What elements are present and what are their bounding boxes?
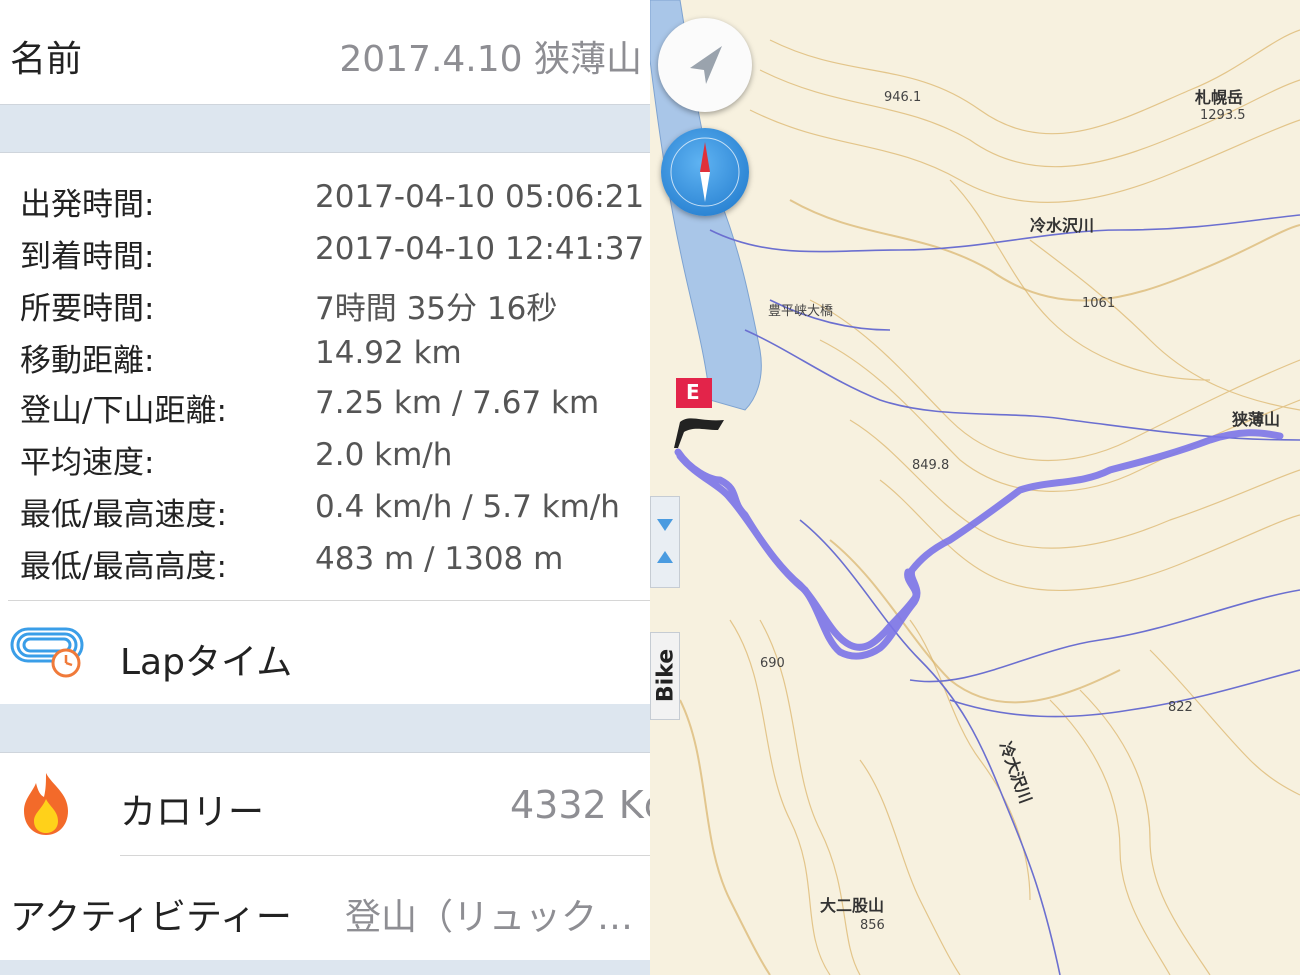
stat-label: 登山/下山距離: xyxy=(20,393,227,429)
name-label: 名前 xyxy=(10,39,83,80)
flag-icon xyxy=(674,378,724,448)
topographic-map[interactable]: 札幌岳 1293.5 狭薄山 大二股山 856 豊平峡大橋 冷水沢川 冷大沢川 … xyxy=(650,0,1300,975)
stat-value: 2017-04-10 05:06:21 xyxy=(315,179,645,215)
stat-speed-range: 最低/最高速度: 0.4 km/h / 5.7 km/h xyxy=(0,483,650,535)
activity-row[interactable]: アクティビティー 登山（リュック… xyxy=(0,856,650,960)
section-gap xyxy=(0,960,650,975)
peak-label: 狭薄山 xyxy=(1232,410,1281,429)
bike-mode-tab[interactable]: Bike xyxy=(650,632,680,720)
calorie-label: カロリー xyxy=(120,792,265,833)
lap-time-label: Lapタイム xyxy=(120,642,293,683)
bike-tab-label: Bike xyxy=(653,648,679,703)
end-flag-marker: E xyxy=(674,378,734,452)
stat-label: 移動距離: xyxy=(20,343,155,379)
stat-distance: 移動距離: 14.92 km xyxy=(0,329,650,381)
activity-value[interactable]: 登山（リュック… xyxy=(345,888,633,940)
current-location-button[interactable] xyxy=(658,18,752,112)
stat-label: 到着時間: xyxy=(20,239,155,275)
stat-departure: 出発時間: 2017-04-10 05:06:21 xyxy=(0,173,650,225)
lap-time-row[interactable]: Lapタイム xyxy=(0,601,650,704)
peak-label: 札幌岳 xyxy=(1195,88,1244,107)
stat-label: 出発時間: xyxy=(20,187,155,223)
stat-value: 2.0 km/h xyxy=(315,437,453,473)
elevation-label: 946.1 xyxy=(884,90,922,105)
activity-label: アクティビティー xyxy=(10,897,292,938)
section-gap xyxy=(0,105,650,153)
elevation-label: 690 xyxy=(760,656,785,671)
stat-label: 平均速度: xyxy=(20,445,155,481)
expand-collapse-icon xyxy=(657,519,673,563)
river-label: 冷水沢川 xyxy=(1030,216,1095,235)
elevation-label: 849.8 xyxy=(912,458,950,473)
calorie-row[interactable]: カロリー 4332 Kc xyxy=(0,753,650,855)
name-value[interactable]: 2017.4.10 狭薄山 xyxy=(339,30,642,82)
bridge-label: 豊平峡大橋 xyxy=(768,304,834,319)
lap-track-icon xyxy=(10,627,84,678)
name-row[interactable]: 名前 2017.4.10 狭薄山 xyxy=(0,0,650,105)
stat-value: 2017-04-10 12:41:37 xyxy=(315,231,645,267)
stat-arrival: 到着時間: 2017-04-10 12:41:37 xyxy=(0,225,650,277)
stat-average-speed: 平均速度: 2.0 km/h xyxy=(0,431,650,483)
elevation-label: 1293.5 xyxy=(1200,108,1246,123)
stat-value: 483 m / 1308 m xyxy=(315,541,564,577)
calorie-value: 4332 Kc xyxy=(510,783,650,827)
elevation-label: 1061 xyxy=(1082,296,1116,311)
compass-icon xyxy=(670,137,740,207)
stat-value: 7.25 km / 7.67 km xyxy=(315,385,600,421)
flag-label: E xyxy=(686,380,700,404)
stat-duration: 所要時間: 7時間 35分 16秒 xyxy=(0,277,650,329)
stat-altitude-range: 最低/最高高度: 483 m / 1308 m xyxy=(0,535,650,587)
location-arrow-icon xyxy=(690,46,722,84)
elevation-label: 822 xyxy=(1168,700,1193,715)
stat-value: 14.92 km xyxy=(315,335,462,371)
elevation-label: 856 xyxy=(860,918,885,933)
stat-label: 最低/最高高度: xyxy=(20,549,227,585)
section-gap xyxy=(0,704,650,753)
stat-label: 所要時間: xyxy=(20,291,155,327)
stat-value: 0.4 km/h / 5.7 km/h xyxy=(315,489,620,525)
map-panel-toggle[interactable] xyxy=(650,496,680,588)
stat-label: 最低/最高速度: xyxy=(20,497,227,533)
peak-label: 大二股山 xyxy=(820,896,885,915)
activity-detail-panel: 名前 2017.4.10 狭薄山 出発時間: 2017-04-10 05:06:… xyxy=(0,0,650,975)
compass-button[interactable] xyxy=(661,128,749,216)
stat-up-down-distance: 登山/下山距離: 7.25 km / 7.67 km xyxy=(0,379,650,431)
stat-value: 7時間 35分 16秒 xyxy=(315,291,558,327)
flame-icon xyxy=(24,773,68,835)
